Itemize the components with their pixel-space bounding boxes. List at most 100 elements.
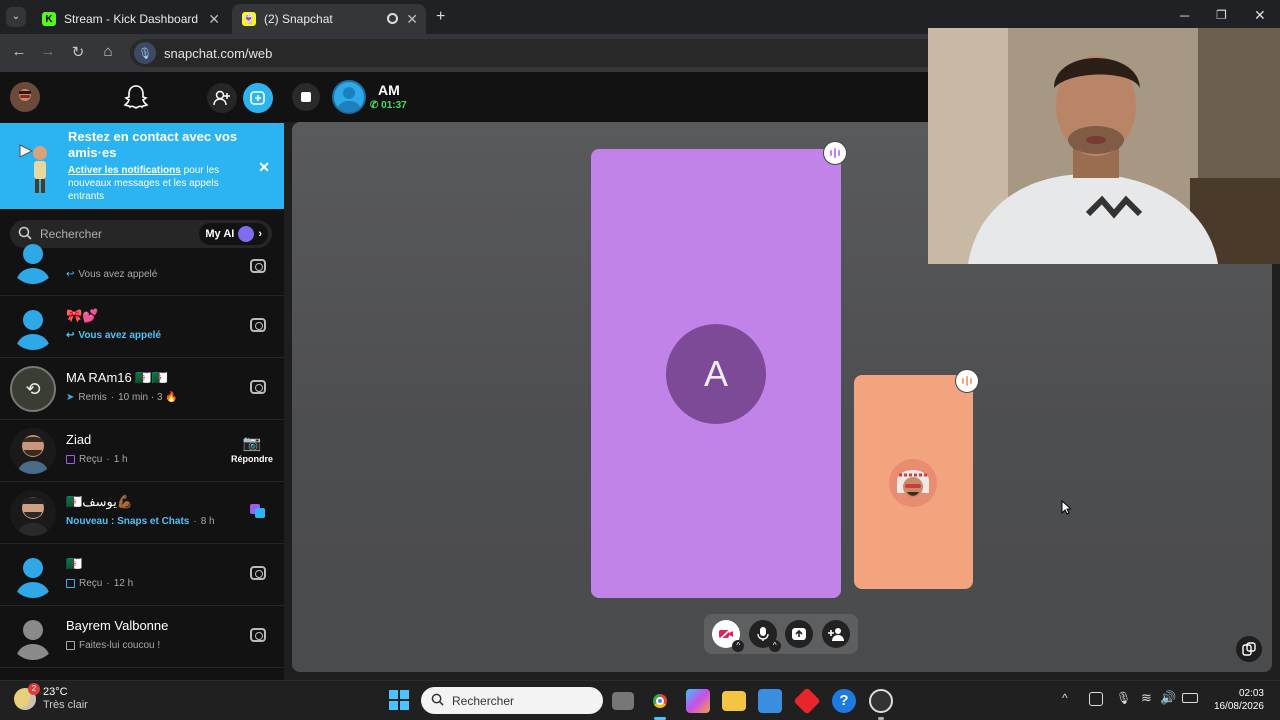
my-ai-label: My AI <box>205 228 235 240</box>
microsoft-store-icon[interactable] <box>758 689 782 713</box>
forward-icon[interactable]: → <box>38 43 58 60</box>
taskbar-search-input[interactable]: Rechercher <box>421 687 603 714</box>
chat-status: ➤ Remis · 10 min · 3 🔥 <box>66 392 178 403</box>
file-explorer-icon[interactable] <box>722 691 746 711</box>
chrome-icon[interactable] <box>648 689 672 713</box>
enable-notifications-link[interactable]: Activer les notifications <box>68 165 181 176</box>
clock-date: 16/08/2026 <box>1213 701 1264 712</box>
windows-start-icon[interactable] <box>389 690 409 710</box>
chat-row[interactable]: 🇩🇿 Reçu · 12 h <box>0 544 284 606</box>
chat-row[interactable]: Bayrem Valbonne Faites-lui coucou ! <box>0 606 284 668</box>
speaking-indicator-icon <box>823 141 847 165</box>
tray-app-icon[interactable] <box>1089 692 1103 706</box>
reply-camera-button[interactable]: 📷 Répondre <box>230 434 274 464</box>
chat-bubble-icon <box>66 641 75 650</box>
notification-banner: Restez en contact avec vos amis·es Activ… <box>0 123 284 209</box>
restore-icon[interactable]: ❐ <box>1216 8 1227 22</box>
chat-row[interactable]: 🎀💕 ↩ Vous avez appelé <box>0 296 284 358</box>
chat-name: 🇩🇿 <box>66 556 83 571</box>
new-tab-icon[interactable]: + <box>436 8 445 26</box>
chat-status: Reçu · 12 h <box>66 578 133 589</box>
microphone-tray-icon[interactable]: 🎙 <box>1116 691 1131 705</box>
tab-kick-dashboard[interactable]: K Stream - Kick Dashboard ✕ <box>32 4 228 34</box>
chat-status-text: Vous avez appelé <box>78 269 158 280</box>
weather-desc: Très clair <box>43 699 88 711</box>
chat-status: Reçu · 1 h <box>66 454 128 465</box>
chat-row[interactable]: ↩ Vous avez appelé <box>0 244 284 296</box>
avatar[interactable] <box>332 80 366 114</box>
chat-row[interactable]: ⟲ MA RAm16 🇩🇿🇩🇿 ➤ Remis · 10 min · 3 🔥 <box>0 358 284 420</box>
chat-meta: 10 min · 3 🔥 <box>118 392 178 403</box>
help-icon[interactable]: ? <box>832 689 856 713</box>
avatar <box>10 552 56 598</box>
popout-icon[interactable] <box>1236 636 1262 662</box>
avatar <box>10 490 56 536</box>
camera-icon[interactable] <box>250 566 266 580</box>
snapchat-ghost-icon[interactable] <box>121 82 151 112</box>
camera-icon[interactable] <box>250 380 266 394</box>
copilot-icon[interactable] <box>686 689 710 713</box>
camera-icon[interactable] <box>250 259 266 273</box>
share-screen-button[interactable] <box>785 620 814 648</box>
new-chat-button[interactable] <box>243 83 273 113</box>
chat-row[interactable]: Ziad Reçu · 1 h 📷 Répondre <box>0 420 284 482</box>
clock-time: 02:03 <box>1238 688 1264 699</box>
profile-avatar[interactable] <box>10 82 40 112</box>
camera-icon[interactable] <box>250 628 266 642</box>
red-app-icon[interactable] <box>793 687 821 715</box>
avatar <box>10 304 56 350</box>
add-participant-button[interactable] <box>821 620 850 648</box>
mouse-cursor-icon <box>1061 499 1073 520</box>
bitmoji-avatar <box>889 459 937 507</box>
chat-meta: 1 h <box>113 454 128 465</box>
task-view-icon[interactable] <box>612 692 634 710</box>
microphone-button[interactable]: ^ <box>748 620 781 652</box>
call-contact-name: AM <box>378 82 400 98</box>
outgoing-call-icon: ↩ <box>66 330 75 341</box>
my-ai-button[interactable]: My AI › <box>199 223 268 245</box>
close-tab-icon[interactable]: ✕ <box>406 11 418 28</box>
chat-meta: 8 h <box>200 516 215 527</box>
microphone-permission-icon[interactable]: 🎙 <box>134 42 156 64</box>
speaking-indicator-icon <box>955 369 979 393</box>
reload-icon[interactable]: ↻ <box>68 43 88 61</box>
camera-icon[interactable] <box>250 318 266 332</box>
webcam-overlay <box>928 28 1280 264</box>
my-ai-avatar-icon <box>238 226 255 242</box>
tab-search-button[interactable]: ⌄ <box>6 7 26 27</box>
avatar: ⟲ <box>10 366 56 412</box>
home-icon[interactable]: ⌂ <box>98 43 118 60</box>
system-clock[interactable]: 02:03 16/08/2026 <box>1208 687 1264 713</box>
wifi-icon[interactable]: ≋ <box>1141 690 1152 706</box>
close-tab-icon[interactable]: ✕ <box>208 11 220 28</box>
tray-chevron-icon[interactable]: ^ <box>1062 691 1068 705</box>
search-placeholder: Rechercher <box>40 227 103 241</box>
minimize-icon[interactable]: ─ <box>1180 8 1189 23</box>
chat-status: ↩ Vous avez appelé <box>66 269 157 280</box>
chevron-up-icon[interactable]: ^ <box>768 640 781 652</box>
back-icon[interactable]: ← <box>9 43 29 60</box>
camera-off-button[interactable]: ^ <box>712 620 745 652</box>
recording-indicator-icon <box>387 13 398 24</box>
chevron-up-icon[interactable]: ^ <box>732 640 745 652</box>
add-friend-button[interactable] <box>207 83 237 113</box>
close-window-icon[interactable]: ✕ <box>1254 7 1266 24</box>
new-snaps-chats-icon[interactable] <box>250 504 266 518</box>
notification-body: Activer les notifications pour les nouve… <box>68 164 248 203</box>
volume-icon[interactable]: 🔊 <box>1160 690 1176 706</box>
chat-name: Bayrem Valbonne <box>66 618 169 633</box>
taskbar-search-placeholder: Rechercher <box>452 693 515 708</box>
weather-widget[interactable]: 2 23°C Très clair <box>14 683 88 712</box>
participant-initial: A <box>666 324 766 424</box>
close-icon[interactable]: ✕ <box>258 159 270 176</box>
chat-status-text: Vous avez appelé <box>78 330 162 341</box>
tab-snapchat[interactable]: 👻 (2) Snapchat ✕ <box>232 4 426 34</box>
avatar <box>10 428 56 474</box>
obs-icon[interactable] <box>869 689 893 713</box>
camera-icon: 📷 <box>242 435 262 452</box>
chat-status-text: Remis <box>78 392 107 403</box>
battery-icon[interactable] <box>1182 693 1198 703</box>
chat-row[interactable]: 🇩🇿يوسف💪🏾 Nouveau : Snaps et Chats · 8 h <box>0 482 284 544</box>
sent-arrow-icon: ➤ <box>66 392 75 403</box>
chat-toggle-button[interactable] <box>292 83 320 111</box>
